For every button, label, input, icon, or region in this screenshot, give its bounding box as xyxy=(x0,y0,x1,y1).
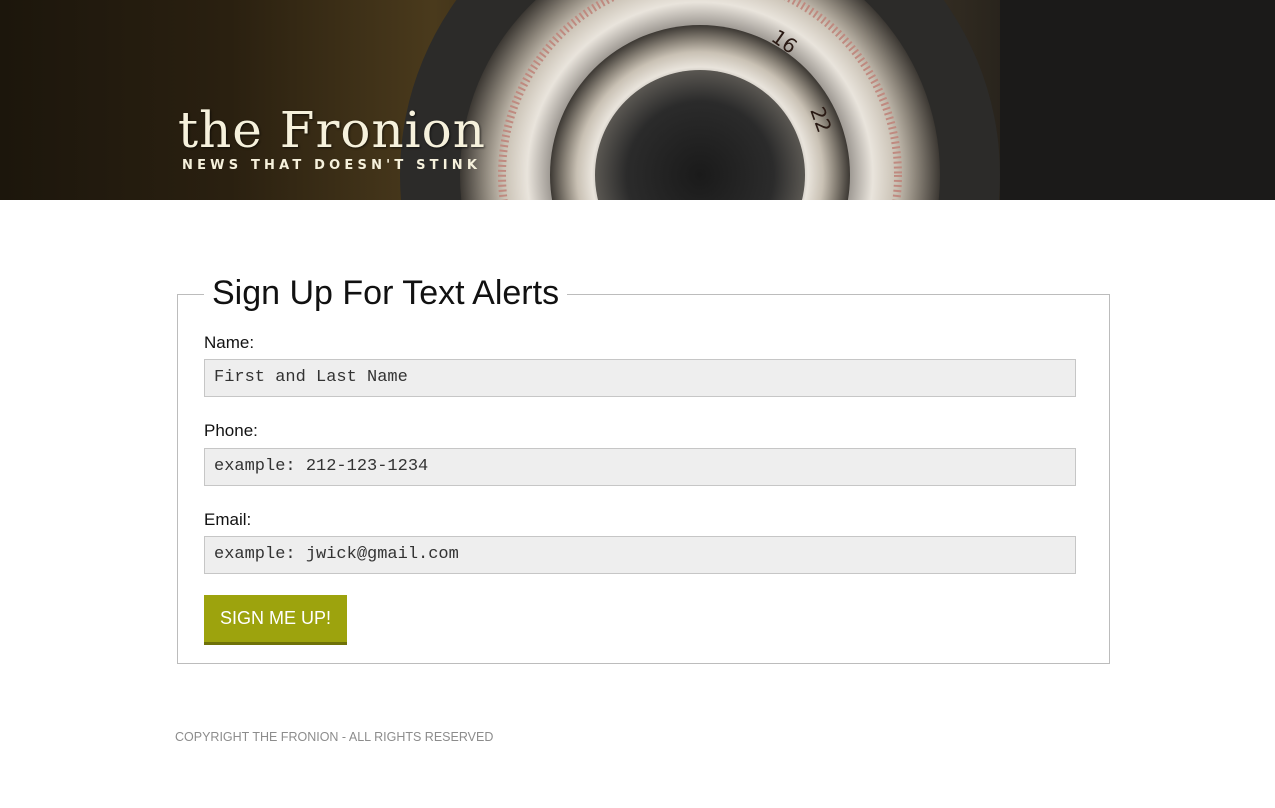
signup-form: Sign Up For Text Alerts Name: First and … xyxy=(177,273,1110,664)
form-legend: Sign Up For Text Alerts xyxy=(204,273,568,313)
footer-copyright: COPYRIGHT THE FRONION - ALL RIGHTS RESER… xyxy=(175,730,494,744)
name-label: Name: xyxy=(204,333,255,352)
phone-input[interactable]: example: 212-123-1234 xyxy=(204,448,1076,486)
phone-label: Phone: xyxy=(204,421,258,440)
email-input[interactable]: example: jwick@gmail.com xyxy=(204,536,1076,574)
header-banner: 16 22 the Fronion NEWS THAT DOESN'T STIN… xyxy=(0,0,1275,200)
site-logo[interactable]: the Fronion NEWS THAT DOESN'T STINK xyxy=(178,102,486,173)
logo-title: the Fronion xyxy=(178,101,486,159)
logo-tagline: NEWS THAT DOESN'T STINK xyxy=(182,158,482,173)
name-input[interactable]: First and Last Name xyxy=(204,359,1076,397)
email-label: Email: xyxy=(204,510,252,529)
sign-me-up-button[interactable]: SIGN ME UP! xyxy=(204,595,347,645)
